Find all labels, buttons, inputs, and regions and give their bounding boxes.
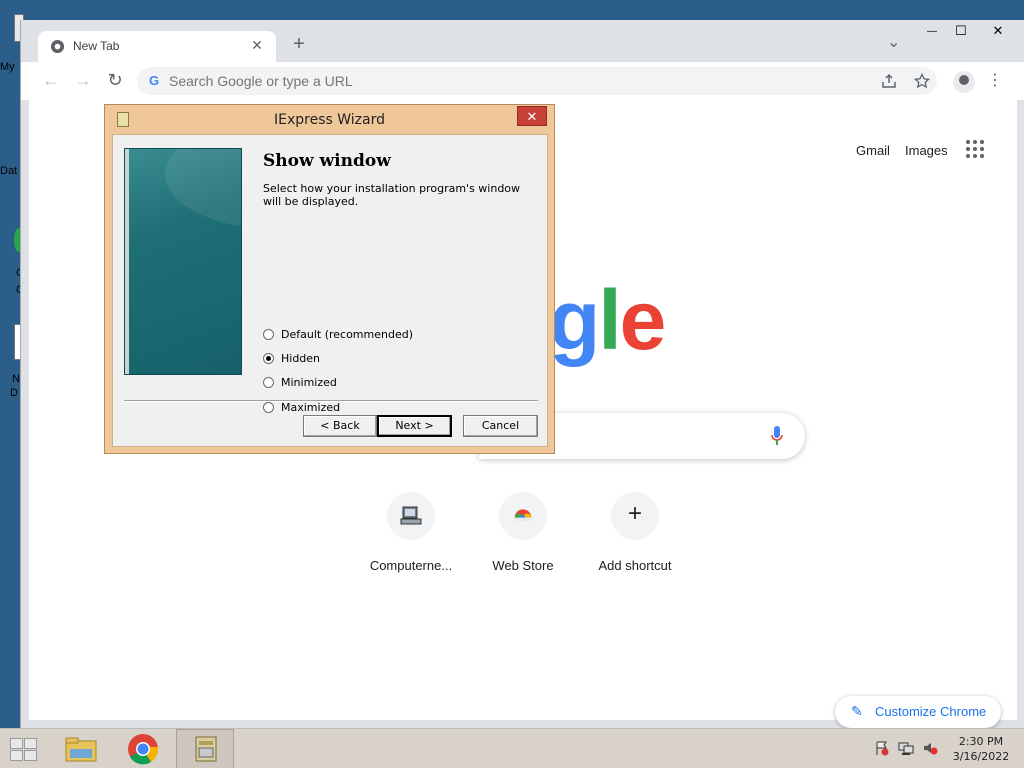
cancel-button[interactable]: Cancel — [463, 415, 538, 437]
shortcut-computernetworking[interactable]: Computerne... — [355, 492, 467, 573]
forward-button[interactable]: → — [73, 70, 93, 91]
computer-icon — [387, 492, 435, 540]
desktop-label-n: N — [12, 373, 20, 385]
dialog-close-button[interactable]: ✕ — [517, 106, 547, 126]
logo-letter-l: l — [598, 273, 621, 367]
maximize-button[interactable]: ☐ — [955, 23, 967, 39]
pencil-icon: ✎ — [851, 703, 863, 719]
voice-search-mic-icon[interactable] — [771, 426, 783, 446]
bookmark-star-icon[interactable] — [914, 73, 930, 89]
plus-icon: + — [611, 492, 659, 540]
dialog-heading: Show window — [263, 151, 391, 171]
desktop-label-my: My — [0, 61, 15, 73]
shortcut-web-store[interactable]: Web Store — [467, 492, 579, 573]
clock-date: 3/16/2022 — [952, 750, 1010, 763]
reload-button[interactable]: ↻ — [105, 70, 125, 91]
share-icon[interactable] — [881, 73, 897, 89]
chrome-menu-icon[interactable]: ⋮ — [987, 70, 1003, 90]
images-link[interactable]: Images — [905, 143, 948, 158]
chrome-web-store-icon — [499, 492, 547, 540]
chrome-favicon-icon — [50, 39, 65, 54]
tab-new-tab[interactable]: New Tab ✕ — [38, 31, 276, 62]
iexpress-app-icon — [195, 736, 217, 762]
file-explorer-folder-icon — [65, 737, 97, 762]
customize-chrome-button[interactable]: ✎ Customize Chrome — [835, 696, 1001, 728]
tab-strip: New Tab ✕ + ⌄ — ☐ ✕ — [21, 20, 1024, 62]
back-button[interactable]: ← — [41, 70, 61, 91]
volume-muted-icon[interactable] — [922, 740, 938, 756]
wizard-side-image — [124, 148, 242, 375]
taskbar-iexpress[interactable] — [176, 729, 234, 768]
dialog-title-bar[interactable]: IExpress Wizard ✕ — [105, 105, 554, 133]
address-input[interactable] — [169, 71, 769, 91]
gmail-link[interactable]: Gmail — [856, 143, 890, 158]
google-g-icon: G — [149, 73, 160, 88]
taskbar-chrome[interactable] — [114, 729, 172, 768]
next-button[interactable]: Next > — [377, 415, 452, 437]
shortcut-label: Add shortcut — [598, 558, 672, 573]
tab-close-icon[interactable]: ✕ — [248, 37, 266, 54]
tab-title: New Tab — [73, 39, 120, 53]
chrome-icon — [128, 734, 159, 765]
dialog-description: Select how your installation program's w… — [263, 182, 521, 208]
action-center-flag-icon[interactable] — [874, 740, 890, 756]
logo-letter-e: e — [619, 273, 667, 367]
google-logo: gle — [549, 272, 667, 369]
radio-maximized[interactable] — [263, 402, 274, 413]
taskbar: 2:30 PM 3/16/2022 — [0, 728, 1024, 768]
minimize-button[interactable]: — — [927, 26, 937, 37]
radio-hidden[interactable] — [263, 353, 274, 364]
shortcut-label: Computerne... — [369, 558, 453, 573]
google-apps-grid-icon[interactable] — [966, 140, 984, 158]
close-window-button[interactable]: ✕ — [987, 23, 1009, 39]
radio-default[interactable] — [263, 329, 274, 340]
browser-toolbar: ← → ↻ G ⋮ — [21, 62, 1024, 100]
desktop-label-d: D — [10, 387, 18, 399]
network-icon[interactable] — [898, 740, 914, 756]
plus-glyph: + — [627, 500, 642, 527]
customize-chrome-label: Customize Chrome — [875, 704, 987, 719]
option-hidden-label[interactable]: Hidden — [281, 352, 320, 365]
dialog-body: Show window Select how your installation… — [112, 134, 548, 447]
windows-start-icon[interactable] — [8, 737, 38, 761]
omnibox[interactable]: G — [137, 67, 937, 95]
shortcut-add[interactable]: + Add shortcut — [579, 492, 691, 573]
clock-time: 2:30 PM — [958, 735, 1004, 748]
new-tab-button[interactable]: + — [289, 33, 309, 56]
shortcut-label: Web Store — [492, 558, 554, 573]
profile-avatar-icon[interactable] — [953, 71, 975, 93]
taskbar-file-explorer[interactable] — [52, 729, 110, 768]
tab-search-chevron-down-icon[interactable]: ⌄ — [887, 32, 900, 52]
desktop-label-dat: Dat — [0, 165, 18, 177]
radio-minimized[interactable] — [263, 377, 274, 388]
option-minimized-label[interactable]: Minimized — [281, 376, 337, 389]
iexpress-wizard-dialog: IExpress Wizard ✕ Show window Select how… — [104, 104, 555, 454]
dialog-separator — [124, 400, 538, 402]
logo-letter-g: g — [549, 273, 600, 367]
option-maximized-label[interactable]: Maximized — [281, 401, 340, 414]
option-default-label[interactable]: Default (recommended) — [281, 328, 413, 341]
taskbar-clock[interactable]: 2:30 PM 3/16/2022 — [946, 734, 1016, 764]
back-button[interactable]: < Back — [303, 415, 377, 437]
dialog-title: IExpress Wizard — [274, 112, 385, 128]
